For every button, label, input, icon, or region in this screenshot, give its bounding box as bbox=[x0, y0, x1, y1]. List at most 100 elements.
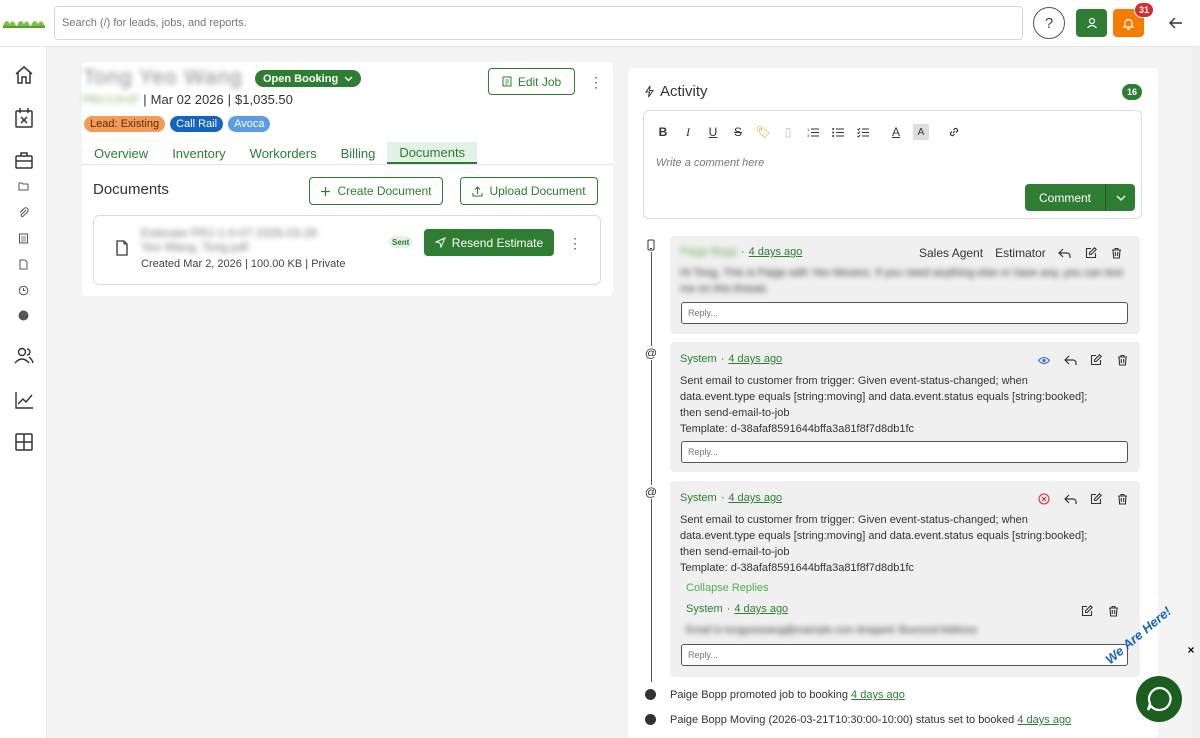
page-scrollbar[interactable] bbox=[1192, 47, 1200, 738]
at-sign-icon: @ bbox=[644, 485, 658, 499]
delete-icon[interactable] bbox=[1115, 492, 1129, 506]
entry-time-link[interactable]: 4 days ago bbox=[728, 492, 782, 504]
timeline-event: Paige Bopp Moving (2026-03-21T10:30:00-1… bbox=[670, 714, 1071, 726]
users-icon bbox=[14, 347, 34, 364]
comment-placeholder[interactable]: Write a comment here bbox=[656, 157, 764, 169]
reply-icon[interactable] bbox=[1058, 246, 1072, 260]
strikethrough-icon[interactable]: S bbox=[730, 124, 746, 140]
tab-billing[interactable]: Billing bbox=[329, 142, 388, 164]
sidebar-item-customers[interactable] bbox=[14, 347, 34, 365]
sidebar-item-folders[interactable] bbox=[18, 181, 29, 192]
upload-document-label: Upload Document bbox=[489, 184, 586, 198]
sidebar-item-dashboard[interactable] bbox=[14, 432, 34, 452]
underline-icon[interactable]: U bbox=[705, 124, 721, 140]
edit-icon[interactable] bbox=[1080, 604, 1094, 618]
reply-icon[interactable] bbox=[1063, 353, 1077, 367]
job-more-button[interactable]: ⋮ bbox=[589, 74, 603, 90]
sidebar-item-list[interactable] bbox=[18, 233, 29, 244]
delete-icon[interactable] bbox=[1106, 604, 1120, 618]
customer-name: Tong Yeo Wang bbox=[83, 66, 243, 89]
user-icon bbox=[1086, 17, 1097, 29]
reply-input[interactable] bbox=[681, 302, 1128, 324]
file-icon bbox=[116, 240, 128, 256]
collapse-replies-link[interactable]: Collapse Replies bbox=[686, 582, 769, 594]
tag-call-rail[interactable]: Call Rail bbox=[170, 116, 224, 132]
tag-avoca[interactable]: Avoca bbox=[228, 116, 271, 132]
comment-options-button[interactable] bbox=[1106, 195, 1135, 201]
brand-logo-icon[interactable] bbox=[2, 14, 46, 30]
tab-workorders[interactable]: Workorders bbox=[238, 142, 329, 164]
reply-icon[interactable] bbox=[1063, 492, 1077, 506]
checklist-icon[interactable] bbox=[855, 124, 871, 140]
sidebar-item-jobs[interactable] bbox=[14, 150, 34, 170]
tab-overview[interactable]: Overview bbox=[82, 142, 160, 164]
entry-time-link[interactable]: 4 days ago bbox=[749, 246, 803, 258]
entry-body-line: data.event.type equals [string:moving] a… bbox=[680, 391, 1088, 403]
sidebar-item-file[interactable] bbox=[18, 259, 29, 270]
edit-icon[interactable] bbox=[1084, 246, 1098, 260]
plus-icon bbox=[321, 186, 331, 196]
booking-status-dropdown[interactable]: Open Booking bbox=[255, 70, 362, 87]
bold-icon[interactable]: B bbox=[655, 124, 671, 140]
upload-document-button[interactable]: Upload Document bbox=[460, 177, 598, 205]
chat-close-button[interactable]: × bbox=[1185, 643, 1197, 657]
ordered-list-icon[interactable]: 13 bbox=[805, 124, 821, 140]
help-button[interactable]: ? bbox=[1033, 7, 1065, 39]
entry-author[interactable]: System bbox=[680, 492, 717, 504]
grid-icon bbox=[15, 433, 33, 451]
sidebar-item-status[interactable] bbox=[18, 310, 29, 321]
reply-input[interactable] bbox=[681, 644, 1128, 666]
user-button[interactable] bbox=[1076, 9, 1107, 37]
document-icon[interactable]: ▯ bbox=[780, 124, 796, 140]
tab-documents[interactable]: Documents bbox=[387, 142, 478, 164]
event-time-link[interactable]: 4 days ago bbox=[851, 689, 905, 701]
document-edit-icon bbox=[502, 76, 512, 87]
reply-time-link[interactable]: 4 days ago bbox=[734, 603, 788, 615]
job-id: PRJ-1-0-07 bbox=[83, 93, 140, 106]
delete-icon[interactable] bbox=[1115, 353, 1129, 367]
entry-body-line: Sent email to customer from trigger: Giv… bbox=[680, 514, 1028, 526]
document-more-button[interactable]: ⋮ bbox=[568, 235, 582, 251]
reply-author[interactable]: System bbox=[686, 603, 723, 615]
sidebar-item-reports[interactable] bbox=[14, 391, 34, 409]
separator: · bbox=[726, 603, 731, 615]
edit-icon[interactable] bbox=[1089, 353, 1103, 367]
event-time-link[interactable]: 4 days ago bbox=[1017, 714, 1071, 726]
sidebar-item-history[interactable] bbox=[18, 285, 29, 296]
edit-job-label: Edit Job bbox=[517, 74, 562, 89]
sidebar-item-calendar[interactable] bbox=[14, 107, 34, 129]
status-badge: Sent bbox=[389, 236, 413, 248]
link-icon[interactable] bbox=[946, 124, 962, 140]
comment-button[interactable]: Comment bbox=[1025, 184, 1135, 211]
reply-input[interactable] bbox=[681, 441, 1128, 463]
entry-author[interactable]: Paige Bopp bbox=[680, 246, 737, 258]
bullet-list-icon[interactable] bbox=[830, 124, 846, 140]
create-document-button[interactable]: Create Document bbox=[309, 177, 443, 205]
tag-icon[interactable]: 🏷 bbox=[755, 124, 771, 140]
document-list-icon bbox=[19, 233, 28, 244]
search-input[interactable] bbox=[54, 6, 1023, 40]
edit-icon[interactable] bbox=[1089, 492, 1103, 506]
entry-time-link[interactable]: 4 days ago bbox=[728, 353, 782, 365]
collapse-button[interactable] bbox=[1166, 13, 1186, 33]
tag-lead[interactable]: Lead: Existing bbox=[84, 116, 166, 132]
edit-job-button[interactable]: Edit Job bbox=[488, 68, 575, 95]
delete-icon[interactable] bbox=[1110, 246, 1124, 260]
sidebar bbox=[0, 47, 47, 738]
sidebar-item-attachments[interactable] bbox=[18, 207, 29, 218]
job-amount: $1,035.50 bbox=[235, 92, 293, 107]
resend-estimate-button[interactable]: Resend Estimate bbox=[424, 229, 554, 256]
separator: · bbox=[720, 492, 725, 504]
job-date: Mar 02 2026 bbox=[150, 92, 224, 107]
error-circle-icon[interactable] bbox=[1037, 492, 1051, 506]
highlight-icon[interactable]: A bbox=[913, 124, 929, 140]
document-name[interactable]: Estimate PRJ-1-0-07 2026-03-28 Yeo Wang,… bbox=[141, 226, 317, 254]
italic-icon[interactable]: I bbox=[680, 124, 696, 140]
reply-body: Email to tongyeowang@example.com dropped… bbox=[686, 625, 978, 636]
chat-widget-button[interactable] bbox=[1136, 676, 1182, 722]
tab-inventory[interactable]: Inventory bbox=[160, 142, 237, 164]
sidebar-item-home[interactable] bbox=[14, 65, 34, 85]
text-color-icon[interactable]: A bbox=[888, 124, 904, 140]
eye-icon[interactable] bbox=[1037, 353, 1051, 367]
entry-author[interactable]: System bbox=[680, 353, 717, 365]
